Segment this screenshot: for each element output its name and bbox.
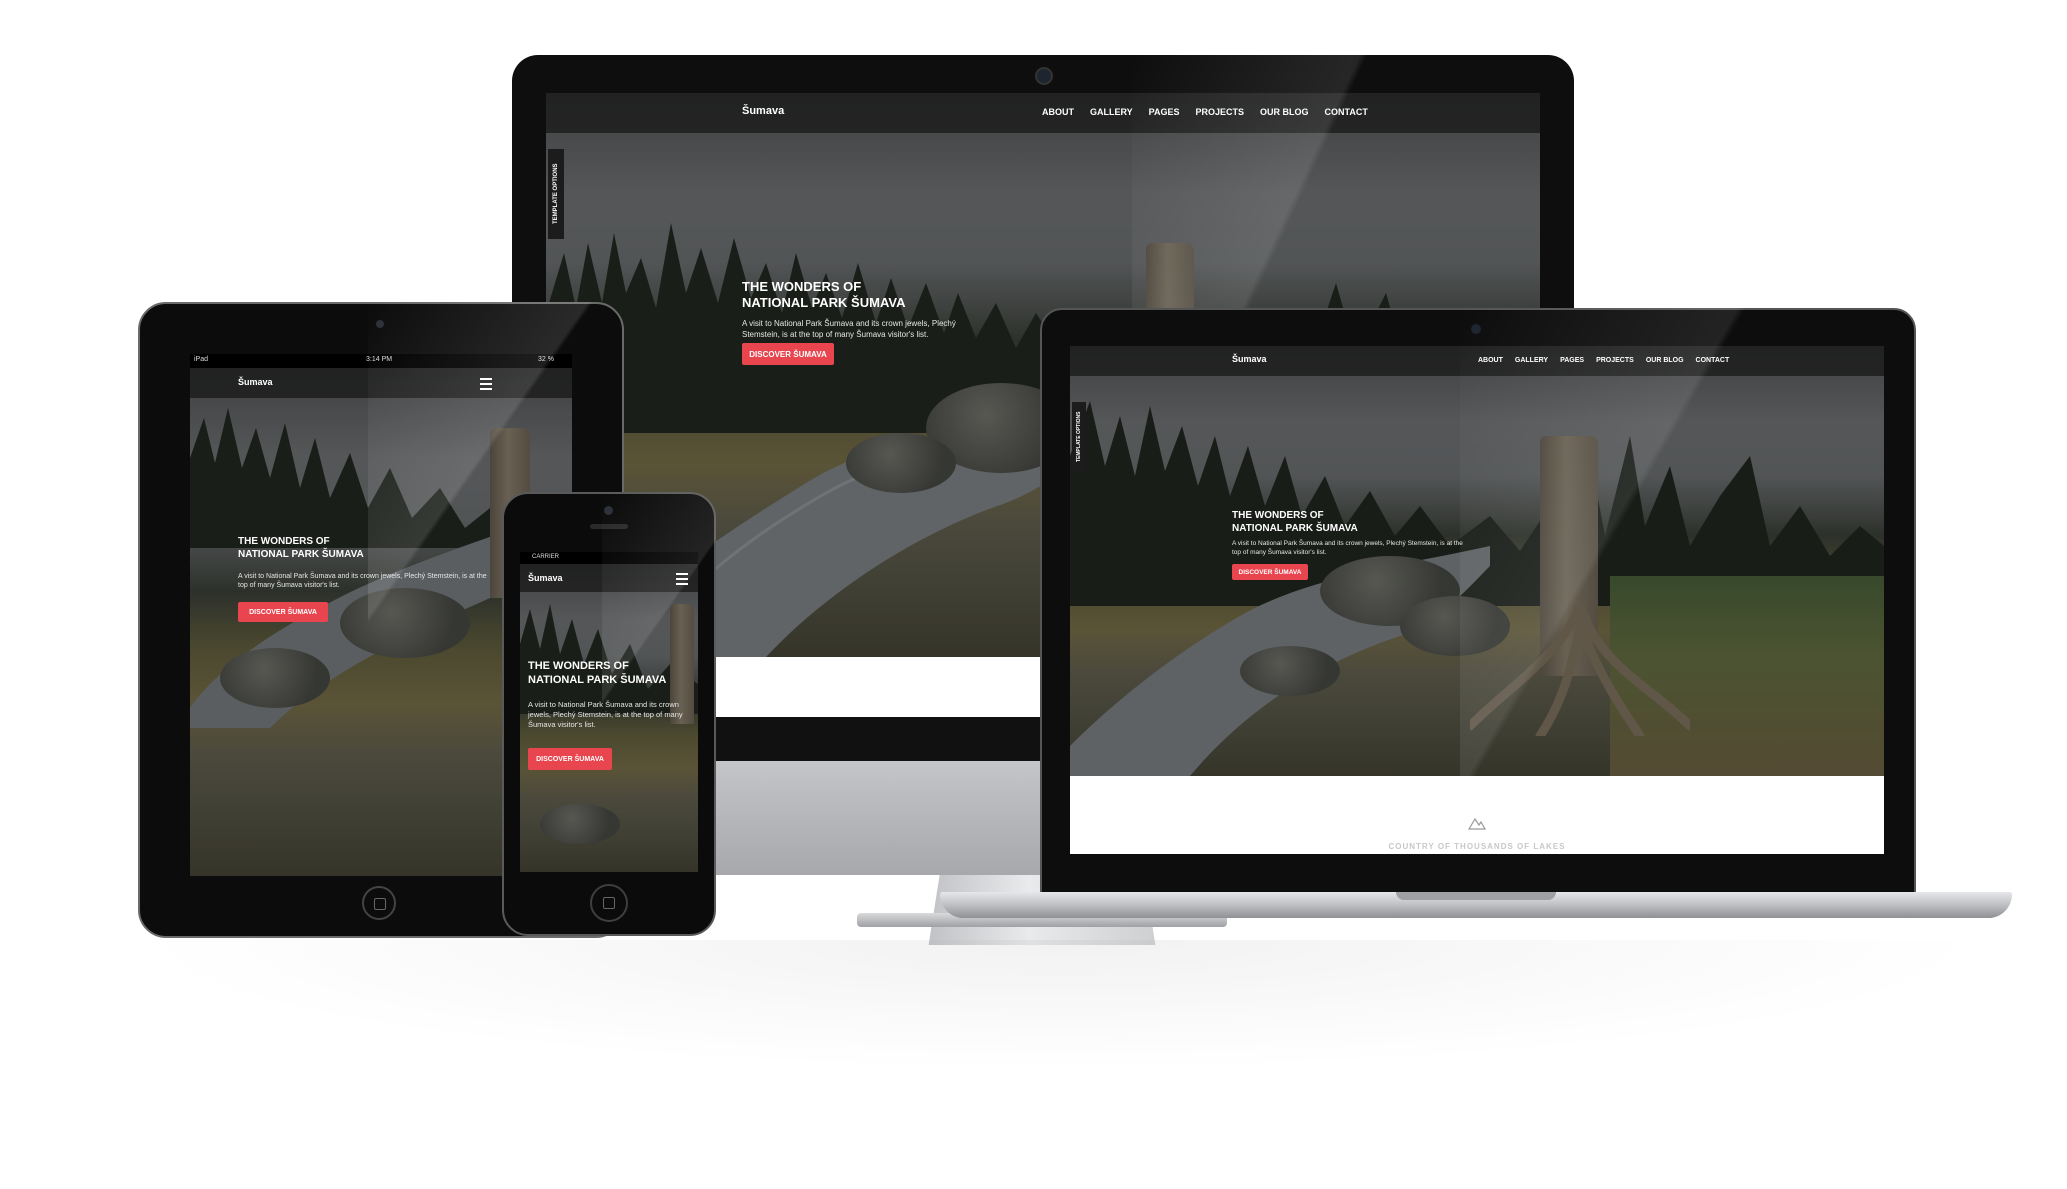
- status-bar: iPad 3:14 PM 32 %: [190, 354, 572, 368]
- discover-button[interactable]: DISCOVER ŠUMAVA: [238, 602, 328, 622]
- hero-text: A visit to National Park Šumava and its …: [742, 319, 956, 339]
- main-menu: ABOUT GALLERY PAGES PROJECTS OUR BLOG CO…: [1478, 357, 1729, 364]
- camera-icon: [604, 506, 613, 515]
- hero-title-line1: THE WONDERS OF: [528, 660, 629, 672]
- nav-our-blog[interactable]: OUR BLOG: [1646, 357, 1684, 364]
- hero-title-line2: NATIONAL PARK ŠUMAVA: [238, 548, 364, 560]
- camera-icon: [376, 320, 384, 328]
- hero-section: [1070, 346, 1884, 776]
- phone: CARRIER Šumava THE WONDERS OF NATIONAL P…: [502, 492, 716, 936]
- mountain-icon: [1468, 817, 1486, 830]
- nav-contact[interactable]: CONTACT: [1325, 107, 1368, 117]
- template-options-tab[interactable]: TEMPLATE OPTIONS: [548, 149, 564, 239]
- discover-button[interactable]: DISCOVER ŠUMAVA: [528, 748, 612, 770]
- hero-title: THE WONDERS OF NATIONAL PARK ŠUMAVA: [238, 536, 364, 561]
- nav-contact[interactable]: CONTACT: [1696, 357, 1730, 364]
- hero-title-line1: THE WONDERS OF: [238, 536, 330, 547]
- site-logo[interactable]: Šumava: [238, 377, 273, 387]
- hero-text: A visit to National Park Šumava and its …: [238, 573, 487, 590]
- speaker: [590, 524, 628, 529]
- nav-pages[interactable]: PAGES: [1149, 107, 1180, 117]
- nav-our-blog[interactable]: OUR BLOG: [1260, 107, 1309, 117]
- nav-about[interactable]: ABOUT: [1478, 357, 1503, 364]
- top-navbar: Šumava ABOUT GALLERY PAGES PROJECTS OUR …: [546, 93, 1540, 133]
- site-logo[interactable]: Šumava: [528, 573, 563, 583]
- hero-title-line2: NATIONAL PARK ŠUMAVA: [528, 673, 667, 686]
- site-logo[interactable]: Šumava: [1232, 354, 1267, 364]
- main-menu: ABOUT GALLERY PAGES PROJECTS OUR BLOG CO…: [1042, 107, 1368, 117]
- nav-gallery[interactable]: GALLERY: [1515, 357, 1548, 364]
- status-bar: CARRIER: [520, 552, 698, 564]
- nav-projects[interactable]: PROJECTS: [1596, 357, 1634, 364]
- hero-title: THE WONDERS OF NATIONAL PARK ŠUMAVA: [528, 660, 666, 688]
- menu-icon[interactable]: [676, 573, 688, 588]
- hero-title: THE WONDERS OF NATIONAL PARK ŠUMAVA: [1232, 510, 1358, 535]
- laptop-screen: Šumava ABOUT GALLERY PAGES PROJECTS OUR …: [1070, 346, 1884, 854]
- site-logo[interactable]: Šumava: [742, 105, 784, 117]
- hero-title-line1: THE WONDERS OF: [742, 279, 862, 294]
- section-heading: COUNTRY OF THOUSANDS OF LAKES: [1388, 842, 1566, 851]
- hero-title-line2: NATIONAL PARK ŠUMAVA: [742, 295, 906, 311]
- top-navbar: Šumava: [190, 368, 572, 398]
- top-navbar: Šumava ABOUT GALLERY PAGES PROJECTS OUR …: [1070, 346, 1884, 376]
- nav-gallery[interactable]: GALLERY: [1090, 107, 1133, 117]
- discover-button[interactable]: DISCOVER ŠUMAVA: [742, 343, 834, 365]
- camera-icon: [1471, 324, 1481, 334]
- status-time: 3:14 PM: [366, 356, 393, 363]
- nav-projects[interactable]: PROJECTS: [1196, 107, 1245, 117]
- top-navbar: Šumava: [520, 564, 698, 592]
- camera-icon: [1035, 67, 1053, 85]
- hero-title-line2: NATIONAL PARK ŠUMAVA: [1232, 522, 1358, 534]
- nav-about[interactable]: ABOUT: [1042, 107, 1074, 117]
- hero-text: A visit to National Park Šumava and its …: [528, 700, 683, 730]
- nav-pages[interactable]: PAGES: [1560, 357, 1584, 364]
- hero-title-line1: THE WONDERS OF: [1232, 510, 1324, 521]
- carrier-name: CARRIER: [532, 554, 560, 560]
- menu-icon[interactable]: [480, 378, 492, 393]
- battery-level: 32 %: [538, 356, 554, 363]
- phone-screen: CARRIER Šumava THE WONDERS OF NATIONAL P…: [520, 552, 698, 872]
- device-name: iPad: [194, 356, 209, 363]
- hero-title: THE WONDERS OF NATIONAL PARK ŠUMAVA: [742, 279, 905, 312]
- template-options-tab[interactable]: TEMPLATE OPTIONS: [1072, 402, 1086, 472]
- hero-text: A visit to National Park Šumava and its …: [1232, 540, 1463, 556]
- discover-button[interactable]: DISCOVER ŠUMAVA: [1232, 564, 1308, 580]
- laptop: Šumava ABOUT GALLERY PAGES PROJECTS OUR …: [940, 308, 2020, 928]
